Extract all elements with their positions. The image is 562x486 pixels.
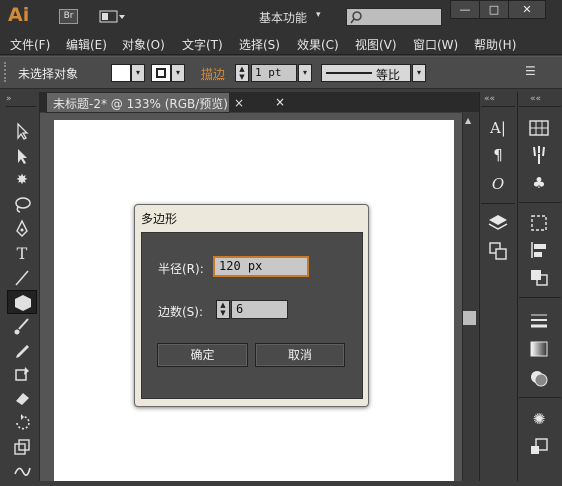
chevron-down-icon[interactable]: ▾ bbox=[316, 10, 321, 20]
eraser-tool-icon[interactable] bbox=[12, 388, 32, 408]
brushes-panel-icon[interactable] bbox=[527, 144, 551, 166]
type-tool-icon[interactable]: T bbox=[12, 244, 32, 264]
close-tab-icon[interactable]: × bbox=[275, 95, 285, 109]
character-panel-icon[interactable]: A| bbox=[486, 117, 510, 139]
pen-tool-icon[interactable] bbox=[12, 219, 32, 239]
scale-tool-icon[interactable] bbox=[12, 437, 32, 457]
stroke-weight-dropdown[interactable]: ▾ bbox=[298, 64, 312, 82]
pencil-tool-icon[interactable] bbox=[12, 342, 32, 362]
menu-window[interactable]: 窗口(W) bbox=[413, 36, 458, 53]
close-tab-button[interactable]: × bbox=[234, 96, 244, 110]
polygon-icon bbox=[15, 295, 31, 311]
menu-edit[interactable]: 编辑(E) bbox=[66, 36, 107, 53]
scroll-up-icon[interactable]: ▲ bbox=[465, 116, 471, 125]
stroke-dropdown[interactable]: ▾ bbox=[171, 64, 185, 82]
selection-status: 未选择对象 bbox=[18, 67, 79, 81]
transform-panel-icon[interactable] bbox=[527, 212, 551, 234]
dialog-title: 多边形 bbox=[141, 212, 178, 226]
bridge-button[interactable]: Br bbox=[59, 9, 78, 24]
symbols-panel-icon[interactable]: ♣ bbox=[527, 172, 551, 194]
stroke-profile-label: 等比 bbox=[376, 68, 401, 82]
cancel-button[interactable]: 取消 bbox=[255, 343, 345, 367]
document-tab-title: 未标题-2* @ 133% (RGB/预览) bbox=[53, 97, 228, 111]
direct-selection-tool-icon[interactable] bbox=[12, 146, 32, 166]
close-button[interactable]: ✕ bbox=[508, 0, 546, 19]
expand-panels-icon[interactable]: «« bbox=[484, 94, 495, 104]
illustrator-logo: Ai bbox=[8, 4, 30, 26]
stroke-swatch[interactable] bbox=[151, 64, 171, 82]
sides-input[interactable]: 6 bbox=[231, 300, 288, 319]
menu-file[interactable]: 文件(F) bbox=[10, 36, 50, 53]
menu-select[interactable]: 选择(S) bbox=[239, 36, 280, 53]
stroke-weight-stepper[interactable]: ▲ ▼ bbox=[235, 64, 249, 82]
menu-effect[interactable]: 效果(C) bbox=[297, 36, 339, 53]
grip-handle[interactable] bbox=[4, 62, 8, 82]
minimize-button[interactable]: — bbox=[450, 0, 480, 19]
blob-brush-tool-icon[interactable] bbox=[12, 364, 32, 384]
appearance-panel-icon[interactable]: ✺ bbox=[527, 408, 551, 430]
polygon-tool-button[interactable] bbox=[7, 290, 37, 314]
layers-panel-icon[interactable] bbox=[486, 212, 510, 234]
fill-swatch[interactable] bbox=[111, 64, 131, 82]
line-tool-icon[interactable] bbox=[12, 268, 32, 288]
selection-tool-icon[interactable] bbox=[12, 121, 32, 141]
menu-object[interactable]: 对象(O) bbox=[122, 36, 165, 53]
ok-button[interactable]: 确定 bbox=[157, 343, 248, 367]
arrange-documents-icon bbox=[99, 10, 125, 23]
stroke-profile-dropdown[interactable]: ▾ bbox=[412, 64, 426, 82]
artboards-panel-icon[interactable] bbox=[486, 240, 510, 262]
swatches-panel-icon[interactable] bbox=[527, 117, 551, 139]
document-tab[interactable]: 未标题-2* @ 133% (RGB/预览) × bbox=[46, 92, 285, 113]
sides-stepper[interactable]: ▲ ▼ bbox=[216, 300, 230, 319]
rotate-tool-icon[interactable] bbox=[12, 413, 32, 433]
menu-view[interactable]: 视图(V) bbox=[355, 36, 397, 53]
radius-input[interactable]: 120 px bbox=[213, 256, 309, 277]
stroke-weight-input[interactable]: 1 pt bbox=[251, 64, 297, 82]
fill-dropdown[interactable]: ▾ bbox=[131, 64, 145, 82]
opentype-panel-icon[interactable]: O bbox=[486, 173, 510, 195]
stroke-label[interactable]: 描边 bbox=[201, 65, 225, 82]
stroke-profile-select[interactable]: 等比 bbox=[321, 64, 411, 82]
collapse-tools-icon[interactable]: » bbox=[6, 94, 12, 104]
workspace-switcher[interactable]: 基本功能 bbox=[259, 9, 307, 26]
lasso-tool-icon[interactable] bbox=[12, 195, 32, 215]
magic-wand-tool-icon[interactable]: ✸ bbox=[12, 170, 32, 190]
gradient-panel-icon[interactable] bbox=[527, 338, 551, 360]
expand-panels-right-icon[interactable]: «« bbox=[530, 94, 541, 104]
maximize-button[interactable]: □ bbox=[479, 0, 509, 19]
search-input[interactable] bbox=[346, 8, 442, 26]
transparency-panel-icon[interactable] bbox=[527, 367, 551, 389]
search-icon bbox=[350, 11, 362, 24]
warp-tool-icon[interactable] bbox=[12, 460, 32, 480]
pathfinder-panel-icon[interactable] bbox=[527, 266, 551, 288]
vertical-scrollbar[interactable] bbox=[462, 113, 478, 481]
menu-help[interactable]: 帮助(H) bbox=[474, 36, 516, 53]
align-panel-icon[interactable] bbox=[527, 239, 551, 261]
panel-menu-icon[interactable]: ☰ bbox=[525, 64, 536, 78]
radius-label: 半径(R): bbox=[158, 262, 204, 276]
graphic-styles-panel-icon[interactable] bbox=[527, 436, 551, 458]
arrange-documents-button[interactable] bbox=[99, 9, 125, 24]
arrow-black-icon bbox=[17, 122, 29, 140]
stroke-panel-icon[interactable] bbox=[527, 309, 551, 331]
paragraph-panel-icon[interactable]: ¶ bbox=[486, 144, 510, 166]
sides-label: 边数(S): bbox=[158, 305, 204, 319]
scroll-thumb[interactable] bbox=[463, 311, 476, 325]
paintbrush-tool-icon[interactable] bbox=[12, 316, 32, 336]
menu-type[interactable]: 文字(T) bbox=[182, 36, 223, 53]
